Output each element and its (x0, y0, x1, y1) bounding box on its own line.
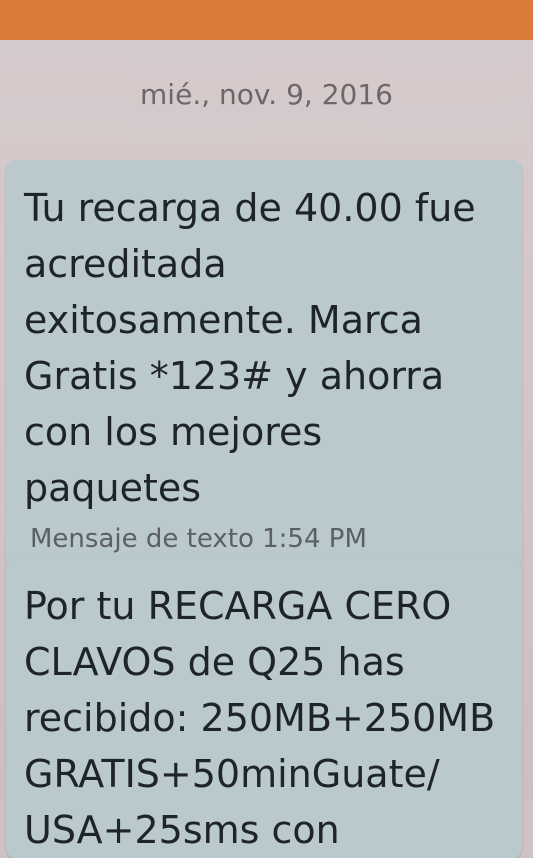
message-timestamp: Mensaje de texto 1:54 PM (30, 524, 367, 554)
message-bubble[interactable]: Tu recarga de 40.00 fue acreditada exito… (6, 160, 522, 568)
message-thread: mié., nov. 9, 2016 Tu recarga de 40.00 f… (0, 40, 533, 858)
app-top-bar (0, 0, 533, 41)
message-text: Tu recarga de 40.00 fue acreditada exito… (24, 186, 476, 510)
date-separator: mié., nov. 9, 2016 (140, 78, 393, 111)
message-bubble[interactable]: Por tu RECARGA CERO CLAVOS de Q25 has re… (6, 558, 522, 858)
message-text: Por tu RECARGA CERO CLAVOS de Q25 has re… (24, 584, 496, 852)
